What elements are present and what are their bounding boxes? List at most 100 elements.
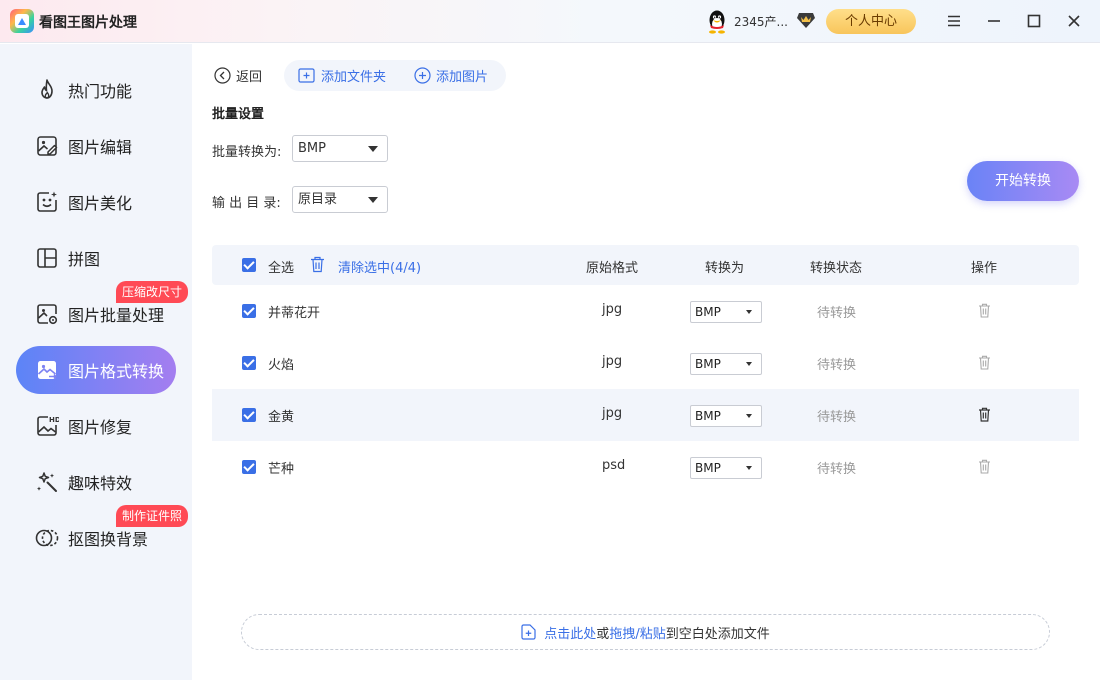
trash-icon[interactable] [310, 256, 325, 273]
magic-wand-icon [37, 472, 57, 492]
select-all-label: 全选 [268, 261, 295, 276]
trash-icon[interactable] [978, 355, 991, 370]
hd-image-icon: HD [37, 416, 59, 436]
fire-icon [41, 79, 53, 99]
trash-icon[interactable] [978, 407, 991, 422]
target-format-value: BMP [695, 409, 721, 423]
table-row[interactable]: 金黄 jpg BMP 待转换 [212, 389, 1079, 441]
original-format: jpg [602, 354, 623, 369]
target-format-value: BMP [695, 357, 721, 371]
convert-status: 待转换 [817, 462, 857, 477]
maximize-icon[interactable] [1024, 11, 1044, 31]
row-checkbox[interactable] [242, 356, 256, 370]
sidebar-item-collage[interactable]: 拼图 [16, 234, 176, 282]
add-toolbar: 添加文件夹 添加图片 [284, 60, 506, 91]
trash-icon[interactable] [978, 459, 991, 474]
column-header-status: 转换状态 [810, 261, 863, 276]
image-beautify-icon [37, 191, 57, 212]
start-convert-button[interactable]: 开始转换 [967, 161, 1079, 201]
output-dir-value: 原目录 [298, 192, 338, 207]
sidebar-item-label: 拼图 [68, 250, 101, 269]
original-format: jpg [602, 302, 623, 317]
close-icon[interactable] [1064, 11, 1084, 31]
row-checkbox[interactable] [242, 408, 256, 422]
add-folder-label: 添加文件夹 [321, 70, 387, 85]
profile-center-button[interactable]: 个人中心 [826, 9, 916, 34]
sidebar-item-label: 图片批量处理 [68, 306, 165, 325]
sidebar-item-label: 图片修复 [68, 418, 133, 437]
sidebar-item-hot-features[interactable]: 热门功能 [16, 66, 176, 114]
target-format-select[interactable]: BMP [690, 457, 762, 479]
qq-avatar-icon[interactable] [706, 9, 728, 34]
target-format-select[interactable]: BMP [690, 301, 762, 323]
sidebar-item-image-beautify[interactable]: 图片美化 [16, 178, 176, 226]
sidebar-item-image-edit[interactable]: 图片编辑 [16, 122, 176, 170]
back-arrow-icon [214, 67, 231, 84]
sidebar-item-image-repair[interactable]: HD 图片修复 [16, 402, 176, 450]
sidebar-item-label: 图片美化 [68, 194, 133, 213]
column-header-convert-to: 转换为 [705, 261, 745, 276]
sidebar-item-fun-effects[interactable]: 趣味特效 [16, 458, 176, 506]
back-label: 返回 [236, 70, 263, 85]
file-name: 并蒂花开 [268, 306, 321, 321]
drop-zone[interactable]: 点击此处或拖拽/粘贴 到空白处添加文件 [241, 614, 1050, 650]
vip-crown-icon[interactable] [796, 11, 816, 29]
collage-icon [37, 248, 57, 268]
chevron-down-icon [368, 197, 378, 203]
select-all-checkbox[interactable] [242, 258, 256, 272]
add-folder-button[interactable]: 添加文件夹 [298, 60, 386, 91]
trash-icon[interactable] [978, 303, 991, 318]
sidebar-item-label: 图片编辑 [68, 138, 133, 157]
convert-format-select[interactable]: BMP [292, 135, 388, 162]
image-edit-icon [37, 136, 58, 156]
add-image-icon [414, 67, 431, 84]
chevron-down-icon [746, 414, 752, 418]
format-convert-icon [37, 361, 58, 380]
file-name: 芒种 [268, 462, 295, 477]
file-name: 火焰 [268, 358, 295, 373]
cutout-promo-badge: 制作证件照 [116, 505, 189, 527]
target-format-value: BMP [695, 305, 721, 319]
main-panel: 返回 添加文件夹 添加图片 批量设置 批量转换为: BMP 输 出 目 录: 原… [192, 44, 1100, 680]
sidebar: 热门功能 图片编辑 图片美化 拼图 图片批量处理 图片格式转换 HD 图片修复 … [0, 44, 192, 680]
add-file-icon [521, 624, 536, 640]
target-format-select[interactable]: BMP [690, 405, 762, 427]
convert-format-label: 批量转换为: [212, 145, 282, 160]
column-header-action: 操作 [971, 261, 998, 276]
sidebar-item-label: 图片格式转换 [68, 362, 165, 381]
click-here-link[interactable]: 点击此处 [544, 623, 596, 642]
convert-status: 待转换 [817, 410, 857, 425]
file-name: 金黄 [268, 410, 295, 425]
sidebar-item-format-convert[interactable]: 图片格式转换 [16, 346, 176, 394]
row-checkbox[interactable] [242, 304, 256, 318]
drag-paste-link[interactable]: 拖拽/粘贴 [609, 623, 665, 642]
svg-text:HD: HD [49, 416, 59, 424]
table-row[interactable]: 并蒂花开 jpg BMP 待转换 [212, 285, 1079, 337]
back-button[interactable]: 返回 [214, 66, 262, 85]
output-dir-label: 输 出 目 录: [212, 196, 281, 211]
original-format: jpg [602, 406, 623, 421]
cutout-icon [35, 529, 59, 547]
add-image-button[interactable]: 添加图片 [414, 60, 488, 91]
chevron-down-icon [368, 146, 378, 152]
table-header: 全选 清除选中(4/4) 原始格式 转换为 转换状态 操作 [212, 245, 1079, 285]
convert-status: 待转换 [817, 358, 857, 373]
title-bar: 看图王图片处理 2345产... 个人中心 [0, 0, 1100, 43]
minimize-icon[interactable] [984, 11, 1004, 31]
menu-icon[interactable] [944, 11, 964, 31]
clear-selected-link[interactable]: 清除选中(4/4) [338, 257, 421, 276]
convert-status: 待转换 [817, 306, 857, 321]
add-image-label: 添加图片 [436, 70, 489, 85]
sidebar-item-label: 抠图换背景 [68, 530, 149, 549]
sidebar-item-label: 趣味特效 [68, 474, 133, 493]
row-checkbox[interactable] [242, 460, 256, 474]
target-format-value: BMP [695, 461, 721, 475]
output-dir-select[interactable]: 原目录 [292, 186, 388, 213]
sidebar-item-label: 热门功能 [68, 82, 133, 101]
table-row[interactable]: 火焰 jpg BMP 待转换 [212, 337, 1079, 389]
batch-promo-badge: 压缩改尺寸 [116, 281, 189, 303]
chevron-down-icon [746, 466, 752, 470]
user-name[interactable]: 2345产... [734, 13, 788, 30]
target-format-select[interactable]: BMP [690, 353, 762, 375]
table-row[interactable]: 芒种 psd BMP 待转换 [212, 441, 1079, 493]
